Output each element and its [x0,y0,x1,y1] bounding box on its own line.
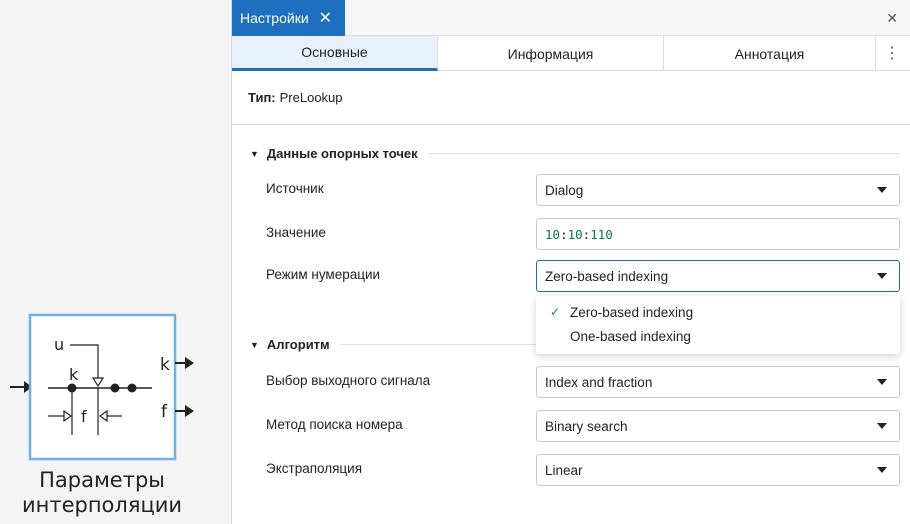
indexing-option-one[interactable]: One-based indexing [536,324,900,348]
output-signal-label: Выбор выходного сигнала [266,373,431,388]
output-k-arrow[interactable] [185,357,194,369]
collapse-triangle-icon[interactable]: ▼ [250,149,259,159]
model-canvas[interactable]: u k f k f Параметры интерполяции [0,0,231,524]
close-tab-icon[interactable]: ✕ [319,8,332,28]
source-select[interactable]: Dialog [536,174,900,206]
indexing-option-zero-label: Zero-based indexing [570,304,694,320]
port-u-label: u [54,335,64,354]
panel-titlebar: Настройки ✕ ✕ [232,0,910,36]
section-divider [427,153,900,154]
check-icon: ✓ [550,305,561,319]
settings-title-tab[interactable]: Настройки ✕ [232,0,345,36]
block-caption-line2: интерполяции [21,493,183,517]
value-label: Значение [266,225,326,240]
type-label: Тип: [248,90,276,105]
port-f-label: f [81,407,87,426]
block-caption-line1: Параметры [39,468,165,492]
source-select-value: Dialog [545,182,584,198]
chevron-down-icon [877,273,887,279]
tab-annotation[interactable]: Аннотация [664,36,876,71]
tab-bar: Основные Информация Аннотация ⋮ [232,36,910,71]
tab-main[interactable]: Основные [232,36,438,71]
chevron-down-icon [877,467,887,473]
extrapolation-label: Экстраполяция [266,461,363,476]
search-method-value: Binary search [545,418,628,434]
block-frame [28,313,177,461]
port-k-label: k [69,365,79,384]
chevron-down-icon [877,379,887,385]
section-breakpoints-header[interactable]: ▼ Данные опорных точек [250,146,900,161]
block-caption: Параметры интерполяции [0,468,204,518]
extrapolation-value: Linear [545,462,583,478]
section-algorithm-title: Алгоритм [266,337,330,352]
search-method-label: Метод поиска номера [266,417,403,432]
settings-title: Настройки [240,10,309,26]
prelookup-block[interactable]: u k f k f [0,300,210,470]
type-value: PreLookup [279,90,343,105]
indexing-option-zero[interactable]: ✓ Zero-based indexing [536,300,900,324]
type-row: Тип: PreLookup [232,71,910,125]
output-signal-value: Index and fraction [545,374,653,390]
output-f-label: f [161,402,168,422]
settings-panel: Настройки ✕ ✕ Основные Информация Аннота… [231,0,910,524]
close-panel-icon[interactable]: ✕ [886,10,898,27]
indexing-option-one-label: One-based indexing [570,328,691,344]
output-f-arrow[interactable] [185,405,194,417]
search-method-select[interactable]: Binary search [536,410,900,442]
indexing-select-value: Zero-based indexing [545,268,669,284]
value-end: 110 [590,226,613,242]
value-start: 10 [545,226,561,242]
collapse-triangle-icon[interactable]: ▼ [250,340,259,350]
output-k-label: k [160,355,170,375]
more-options-icon[interactable]: ⋮ [876,36,908,70]
value-colon-1: : [560,226,568,242]
value-step: 10 [567,226,583,242]
indexing-label: Режим нумерации [266,267,381,282]
section-breakpoints-title: Данные опорных точек [266,146,418,161]
chevron-down-icon [877,187,887,193]
breakpoint-dot-3 [127,383,137,393]
indexing-select[interactable]: Zero-based indexing [536,260,900,292]
extrapolation-select[interactable]: Linear [536,454,900,486]
value-input[interactable]: 10:10:110 [536,218,900,250]
breakpoint-dot-2 [110,383,120,393]
indexing-dropdown-menu: ✓ Zero-based indexing One-based indexing [536,296,900,354]
chevron-down-icon [877,423,887,429]
output-signal-select[interactable]: Index and fraction [536,366,900,398]
source-label: Источник [266,181,324,196]
tab-info[interactable]: Информация [438,36,664,71]
value-colon-2: : [582,226,591,242]
